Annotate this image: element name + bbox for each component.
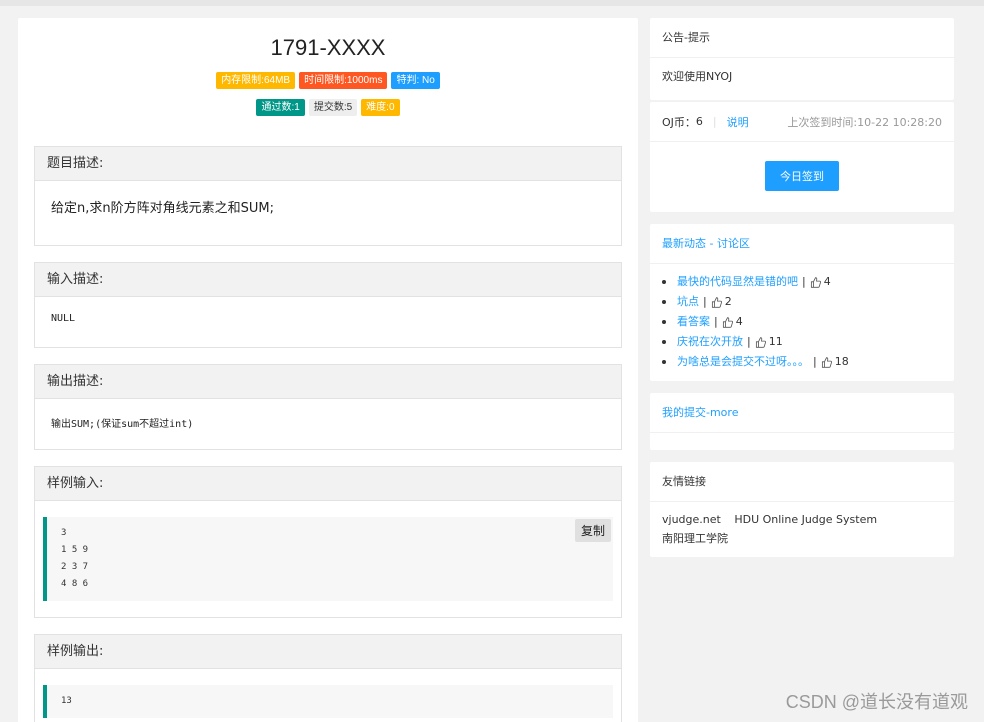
separator: |: [703, 295, 707, 308]
sample-output-code[interactable]: 13: [43, 685, 613, 718]
list-item: 庆祝在次开放 | 11: [662, 332, 942, 352]
likes-count: 4: [735, 315, 743, 328]
notice-panel: 公告-提示 欢迎使用NYOJ: [650, 18, 954, 100]
thumbs-up-icon: [810, 276, 821, 288]
discussion-list: 最快的代码显然是错的吧 | 4 坑点 | 2 看答案 | 4 庆祝在次开放 | …: [650, 264, 954, 382]
friend-links-panel: 友情链接 vjudge.net HDU Online Judge System …: [650, 462, 954, 557]
discussion-link[interactable]: 坑点: [677, 292, 699, 312]
coins-row: OJ币： 6 | 说明 上次签到时间:10-22 10:28:20: [650, 102, 954, 142]
difficulty-badge: 难度:0: [361, 99, 400, 116]
discussion-link[interactable]: 看答案: [677, 312, 710, 332]
likes-count: 4: [823, 275, 831, 288]
sample-input-card: 样例输入: 复制 3 1 5 9 2 3 7 4 8 6: [34, 466, 622, 618]
separator: |: [714, 315, 718, 328]
problem-panel: 1791-XXXX 内存限制:64MB 时间限制:1000ms 特判: No 通…: [18, 18, 638, 722]
accepted-count-badge: 通过数:1: [256, 99, 305, 116]
thumbs-up-icon: [755, 336, 766, 348]
discussion-link[interactable]: 最快的代码显然是错的吧: [677, 272, 798, 292]
friend-link[interactable]: vjudge.net: [662, 513, 721, 526]
coins-label: OJ币：: [662, 115, 696, 129]
bullet-icon: [662, 360, 666, 364]
time-limit-badge: 时间限制:1000ms: [299, 72, 388, 89]
input-text: NULL: [51, 313, 76, 324]
coins-help-link[interactable]: 说明: [727, 114, 749, 130]
memory-limit-badge: 内存限制:64MB: [216, 72, 296, 89]
stats-badges: 通过数:1 提交数:5 难度:0: [18, 99, 638, 116]
submission-count-badge: 提交数:5: [308, 99, 358, 116]
signin-button[interactable]: 今日签到: [765, 161, 839, 191]
copy-button[interactable]: 复制: [574, 519, 611, 542]
output-heading: 输出描述:: [35, 365, 621, 399]
coins-separator: |: [712, 115, 717, 128]
special-judge-badge: 特判: No: [391, 72, 440, 89]
discussion-panel: 最新动态 - 讨论区 最快的代码显然是错的吧 | 4 坑点 | 2 看答案 | …: [650, 224, 954, 381]
description-text: 给定n,求n阶方阵对角线元素之和SUM;: [51, 201, 274, 216]
friend-links-list: vjudge.net HDU Online Judge System 南阳理工学…: [650, 502, 954, 556]
notice-heading: 公告-提示: [650, 18, 954, 58]
description-heading: 题目描述:: [35, 147, 621, 181]
last-signin-time: 上次签到时间:10-22 10:28:20: [787, 115, 942, 129]
discussion-heading[interactable]: 最新动态 - 讨论区: [650, 224, 954, 264]
list-item: 看答案 | 4: [662, 312, 942, 332]
my-submissions-link[interactable]: 我的提交-more: [650, 393, 954, 433]
friend-link[interactable]: HDU Online Judge System: [734, 513, 877, 526]
bullet-icon: [662, 340, 666, 344]
bullet-icon: [662, 320, 666, 324]
description-card: 题目描述: 给定n,求n阶方阵对角线元素之和SUM;: [34, 146, 622, 246]
thumbs-up-icon: [821, 356, 832, 368]
friend-links-heading: 友情链接: [650, 462, 954, 502]
code-line: 2 3 7: [61, 562, 89, 572]
separator: |: [747, 335, 751, 348]
output-card: 输出描述: 输出SUM;(保证sum不超过int): [34, 364, 622, 450]
sample-input-code[interactable]: 复制 3 1 5 9 2 3 7 4 8 6: [43, 517, 613, 601]
likes-count: 18: [834, 355, 849, 368]
code-line: 4 8 6: [61, 579, 89, 589]
code-line: 1 5 9: [61, 545, 89, 555]
sample-input-heading: 样例输入:: [35, 467, 621, 501]
thumbs-up-icon: [722, 316, 733, 328]
list-item: 坑点 | 2: [662, 292, 942, 312]
sample-output-card: 样例输出: 13: [34, 634, 622, 722]
code-line: 13: [61, 696, 72, 706]
separator: |: [802, 275, 806, 288]
coins-panel: OJ币： 6 | 说明 上次签到时间:10-22 10:28:20 今日签到: [650, 102, 954, 212]
separator: |: [813, 355, 817, 368]
sample-output-heading: 样例输出:: [35, 635, 621, 669]
discussion-link[interactable]: 为啥总是会提交不过呀。。。: [677, 352, 809, 372]
notice-text: 欢迎使用NYOJ: [662, 70, 733, 83]
bullet-icon: [662, 280, 666, 284]
code-line: 3: [61, 528, 67, 538]
output-text: 输出SUM;(保证sum不超过int): [51, 419, 194, 430]
likes-count: 2: [724, 295, 732, 308]
input-heading: 输入描述:: [35, 263, 621, 297]
coins-value: 6: [695, 115, 703, 128]
problem-title: 1791-XXXX: [270, 35, 386, 60]
thumbs-up-icon: [711, 296, 722, 308]
watermark: CSDN @道长没有道观: [785, 692, 968, 712]
friend-link[interactable]: 南阳理工学院: [662, 532, 728, 545]
bullet-icon: [662, 300, 666, 304]
likes-count: 11: [768, 335, 783, 348]
discussion-link[interactable]: 庆祝在次开放: [677, 332, 743, 352]
input-card: 输入描述: NULL: [34, 262, 622, 348]
list-item: 为啥总是会提交不过呀。。。 | 18: [662, 352, 942, 372]
limits-badges: 内存限制:64MB 时间限制:1000ms 特判: No: [18, 72, 638, 89]
list-item: 最快的代码显然是错的吧 | 4: [662, 272, 942, 292]
submissions-panel: 我的提交-more: [650, 393, 954, 450]
